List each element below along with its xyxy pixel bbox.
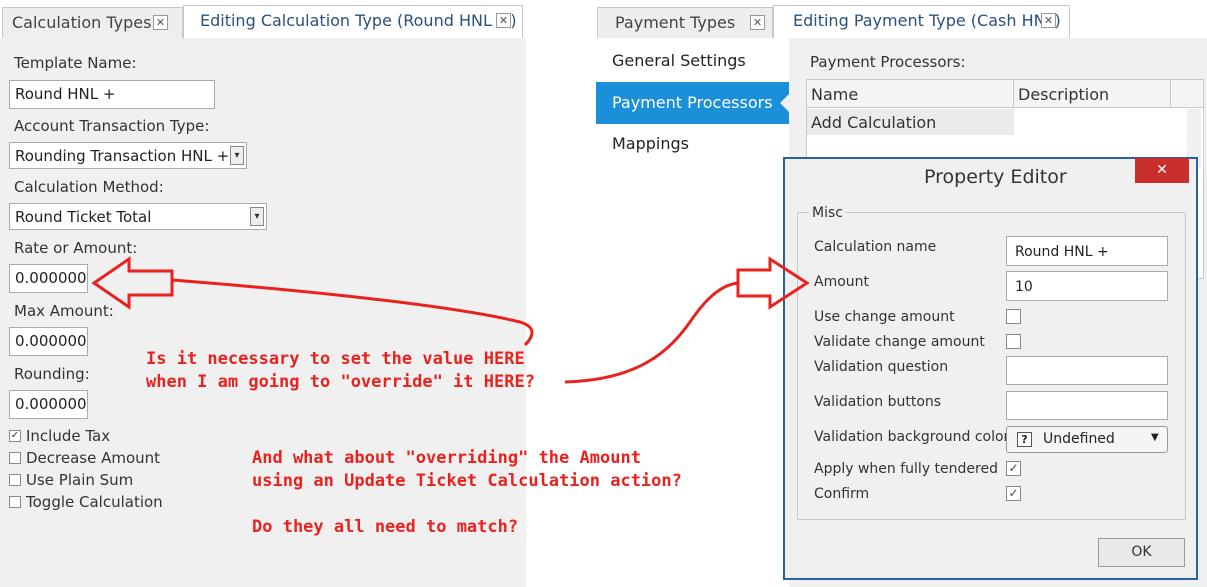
- column-divider: [1013, 80, 1014, 108]
- dialog-title: Property Editor: [924, 166, 1067, 188]
- include-tax-label: Include Tax: [26, 427, 111, 445]
- toggle-calculation-checkbox[interactable]: [9, 496, 21, 508]
- row-name-cell: Add Calculation: [811, 113, 937, 132]
- close-icon[interactable]: ✕: [1041, 13, 1056, 28]
- close-icon: ✕: [1156, 162, 1168, 178]
- column-divider: [1170, 80, 1171, 108]
- max-amount-label: Max Amount:: [14, 302, 114, 320]
- calculation-method-select[interactable]: Round Ticket Total ▾: [9, 203, 267, 230]
- annotation-note-3: Do they all need to match?: [252, 517, 519, 537]
- confirm-label: Confirm: [814, 486, 870, 502]
- menu-item-payment-processors[interactable]: Payment Processors: [596, 82, 789, 124]
- table-row[interactable]: Add Calculation: [807, 109, 1171, 135]
- apply-when-fully-tendered-label: Apply when fully tendered: [814, 461, 998, 477]
- tab-label: Calculation Types: [12, 13, 152, 32]
- column-description-header[interactable]: Description: [1018, 85, 1109, 104]
- property-editor-dialog: Property Editor ✕ Misc Calculation name …: [783, 157, 1198, 580]
- tab-editing-calculation-type[interactable]: Editing Calculation Type (Round HNL +) ✕: [183, 5, 523, 38]
- close-icon[interactable]: ✕: [750, 15, 765, 30]
- column-name-header[interactable]: Name: [811, 85, 858, 104]
- rounding-label: Rounding:: [14, 365, 90, 383]
- tab-label: Payment Types: [615, 13, 736, 32]
- left-tab-strip: Calculation Types ✕ Editing Calculation …: [0, 0, 526, 38]
- validation-question-label: Validation question: [814, 359, 949, 375]
- tab-editing-payment-type[interactable]: Editing Payment Type (Cash HNL) ✕: [773, 5, 1070, 38]
- color-swatch-icon: ?: [1017, 432, 1032, 447]
- calculation-name-field[interactable]: Round HNL +: [1006, 236, 1168, 266]
- ok-button[interactable]: OK: [1098, 538, 1185, 567]
- annotation-note-2b: using an Update Ticket Calculation actio…: [252, 471, 682, 491]
- amount-field[interactable]: 10: [1006, 271, 1168, 301]
- account-transaction-type-select[interactable]: Rounding Transaction HNL + ▾: [9, 142, 247, 169]
- dialog-close-button[interactable]: ✕: [1135, 158, 1189, 183]
- validation-buttons-field[interactable]: [1006, 391, 1168, 420]
- select-value: Undefined: [1043, 431, 1115, 447]
- validation-bg-color-label: Validation background color: [814, 429, 1010, 445]
- tab-calculation-types[interactable]: Calculation Types ✕: [2, 7, 183, 38]
- validate-change-amount-label: Validate change amount: [814, 334, 985, 350]
- amount-label: Amount: [814, 274, 870, 290]
- rounding-field[interactable]: 0.000000: [9, 390, 88, 419]
- validate-change-amount-checkbox[interactable]: [1006, 334, 1021, 349]
- account-transaction-type-label: Account Transaction Type:: [14, 117, 210, 135]
- validation-bg-color-select[interactable]: ? Undefined ▼: [1006, 426, 1168, 453]
- toggle-calculation-label: Toggle Calculation: [26, 493, 163, 511]
- calculation-type-form: Template Name: Round HNL + Account Trans…: [0, 38, 526, 587]
- decrease-amount-label: Decrease Amount: [26, 449, 161, 467]
- payment-processors-title: Payment Processors:: [810, 53, 966, 71]
- ok-button-label: OK: [1131, 544, 1152, 560]
- menu-item-mappings[interactable]: Mappings: [596, 123, 789, 165]
- right-tab-strip: Payment Types ✕ Editing Payment Type (Ca…: [596, 0, 1207, 38]
- template-name-field[interactable]: Round HNL +: [9, 80, 215, 109]
- use-change-amount-checkbox[interactable]: [1006, 309, 1021, 324]
- tab-label: Editing Payment Type (Cash HNL): [793, 11, 1061, 30]
- calculation-name-label: Calculation name: [814, 239, 937, 255]
- use-plain-sum-checkbox[interactable]: [9, 474, 21, 486]
- validation-question-field[interactable]: [1006, 356, 1168, 385]
- validation-buttons-label: Validation buttons: [814, 394, 942, 410]
- chevron-down-icon[interactable]: ▾: [230, 146, 244, 165]
- annotation-note-1b: when I am going to "override" it HERE?: [146, 372, 535, 392]
- rate-amount-label: Rate or Amount:: [14, 239, 138, 257]
- close-icon[interactable]: ✕: [496, 13, 511, 28]
- use-change-amount-label: Use change amount: [814, 309, 955, 325]
- menu-item-general-settings[interactable]: General Settings: [596, 40, 789, 82]
- chevron-down-icon[interactable]: ▾: [250, 207, 264, 226]
- rate-amount-field[interactable]: 0.000000: [9, 264, 88, 293]
- select-value: Rounding Transaction HNL +: [15, 147, 230, 165]
- row-description-cell: [1014, 109, 1171, 135]
- tab-payment-types[interactable]: Payment Types ✕: [597, 7, 773, 38]
- template-name-label: Template Name:: [14, 54, 137, 72]
- calculation-method-label: Calculation Method:: [14, 178, 164, 196]
- side-menu: General Settings Payment Processors Mapp…: [596, 38, 791, 587]
- decrease-amount-checkbox[interactable]: [9, 452, 21, 464]
- use-plain-sum-label: Use Plain Sum: [26, 471, 134, 489]
- apply-when-fully-tendered-checkbox[interactable]: ✓: [1006, 461, 1021, 476]
- misc-group-label: Misc: [809, 205, 846, 221]
- chevron-down-icon: ▼: [1151, 432, 1159, 443]
- close-icon[interactable]: ✕: [153, 15, 168, 30]
- annotation-note-1a: Is it necessary to set the value HERE: [146, 349, 525, 369]
- tab-label: Editing Calculation Type (Round HNL +): [200, 11, 517, 30]
- max-amount-field[interactable]: 0.000000: [9, 327, 88, 356]
- select-value: Round Ticket Total: [15, 208, 152, 226]
- include-tax-checkbox[interactable]: ✓: [9, 430, 21, 442]
- annotation-note-2a: And what about "overriding" the Amount: [252, 448, 641, 468]
- confirm-checkbox[interactable]: ✓: [1006, 486, 1021, 501]
- table-header: Name Description: [807, 80, 1203, 108]
